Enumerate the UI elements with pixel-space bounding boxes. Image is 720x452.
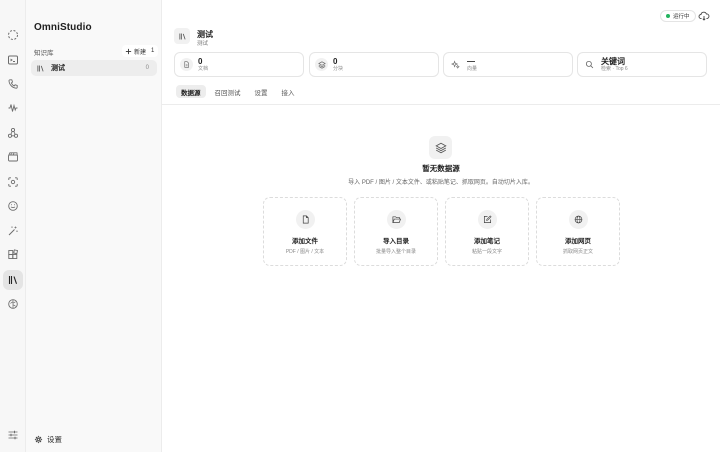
layers-icon [315,58,328,71]
add-file-card[interactable]: 添加文件 PDF / 图片 / 文本 [263,197,347,266]
terminal-icon[interactable] [3,50,23,70]
card-title: 添加文件 [292,238,318,245]
tab-integration[interactable]: 接入 [277,85,300,98]
library-icon [37,65,44,71]
knowledge-base-section-label: 知识库 [34,50,54,57]
document-icon [180,58,193,71]
import-folder-card[interactable]: 导入目录 批量导入整个目录 [354,197,438,266]
app-title: OmniStudio [34,22,92,33]
sparkle-icon [449,58,462,71]
status-badge: 运行中 [660,10,696,22]
blocks-icon[interactable] [3,245,23,265]
tab-settings[interactable]: 设置 [250,85,273,98]
page-subtitle: 测试 [197,41,209,47]
stat-value: 0 [333,56,338,66]
stat-label: 文档 [198,65,209,72]
card-description: 抓取网页正文 [562,249,593,255]
settings-label: 设置 [47,435,62,444]
stat-card-vectors: — 向量 [443,52,573,77]
add-note-card[interactable]: 添加笔记 粘贴一段文字 [445,197,529,266]
stat-label: 向量 [467,65,478,72]
add-webpage-card[interactable]: 添加网页 抓取网页正文 [536,197,620,266]
card-description: 批量导入整个目录 [375,249,416,255]
stat-card-chunks: 0 分块 [309,52,439,77]
status-dot [666,14,670,18]
stat-value: — [467,56,475,66]
note-edit-icon [478,210,497,229]
layers-icon [429,136,452,159]
nodes-icon[interactable] [3,123,23,143]
globe-icon [569,210,588,229]
stat-label: 检索 · Top 6 [601,65,628,72]
sidebar: OmniStudio 知识库 新建 1 测试 0 设置 [26,0,162,452]
empty-state-description: 导入 PDF / 图片 / 文本文件、或粘贴笔记、抓取网页。自动切片入库。 [348,180,534,186]
stat-card-documents: 0 文档 [174,52,304,77]
stat-card-retrieval: 关键词 检索 · Top 6 [577,52,707,77]
library-icon[interactable] [3,270,23,290]
card-description: 粘贴一段文字 [471,249,502,255]
stat-label: 分块 [333,65,344,72]
empty-state-title: 暂无数据源 [422,164,460,173]
library-icon [174,28,190,44]
icon-rail [0,0,26,452]
card-description: PDF / 图片 / 文本 [285,249,325,255]
settings-button[interactable]: 设置 [34,434,62,445]
tab-bar: 数据源 召回测试 设置 接入 [176,85,300,98]
card-title: 添加网页 [565,238,591,245]
sidebar-item-knowledge-base[interactable]: 测试 0 [31,60,157,76]
knowledge-base-doc-count: 0 [145,65,149,71]
new-button-label: 新建 [134,49,147,56]
stat-value: 0 [198,56,203,66]
main-content: 运行中 测试 测试 0 文档 0 分块 — 向量 关键词 检索 · Top 6 … [162,0,720,452]
waveform-icon[interactable] [3,98,23,118]
tab-recall-test[interactable]: 召回测试 [210,85,246,98]
search-icon [583,58,596,71]
new-knowledge-base-button[interactable]: 新建 1 [122,45,158,57]
brain-icon[interactable] [3,294,23,314]
knowledge-base-total: 1 [151,48,155,54]
card-title: 添加笔记 [474,238,500,245]
sliders-icon[interactable] [3,425,23,445]
phone-icon[interactable] [3,74,23,94]
magic-wand-icon[interactable] [3,221,23,241]
smiley-icon[interactable] [3,196,23,216]
tab-divider [162,104,720,105]
dashed-circle-icon[interactable] [3,25,23,45]
cloud-sync-icon[interactable] [698,10,710,22]
plus-icon [125,48,132,54]
clapperboard-icon[interactable] [3,147,23,167]
knowledge-base-name: 测试 [51,65,65,72]
tab-data-sources[interactable]: 数据源 [176,85,206,98]
folder-open-icon [387,210,406,229]
stat-value: 关键词 [601,56,625,66]
card-title: 导入目录 [383,238,409,245]
status-label: 运行中 [673,14,690,20]
gear-icon [34,435,43,444]
file-icon [296,210,315,229]
scan-face-icon[interactable] [3,172,23,192]
